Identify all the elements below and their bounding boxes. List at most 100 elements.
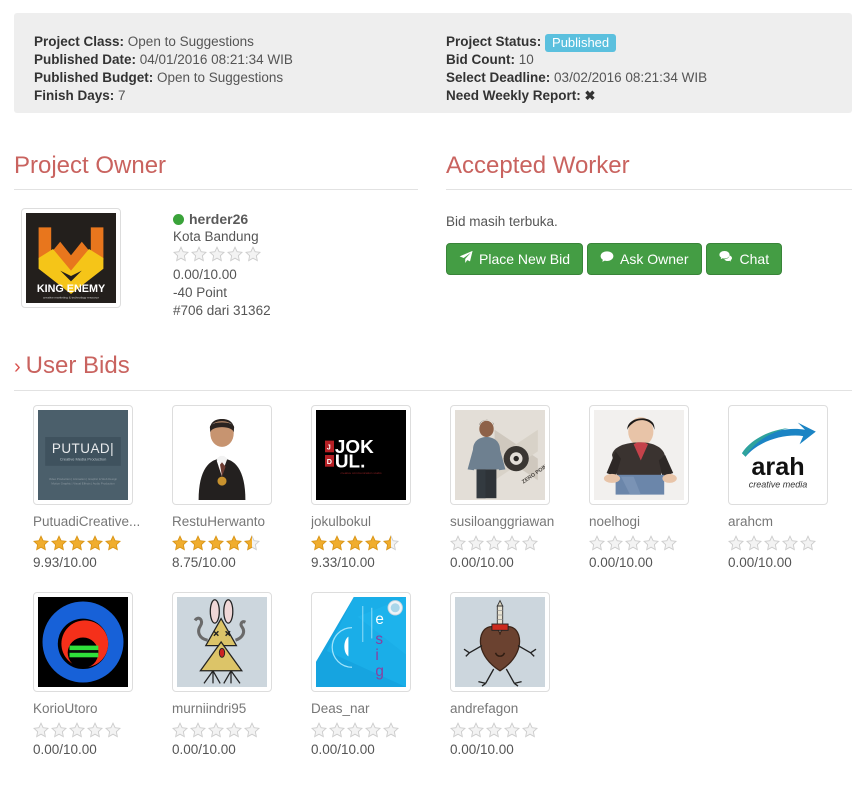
button-label: Place New Bid (479, 251, 571, 267)
star-icon (365, 535, 383, 551)
star-icon (105, 722, 123, 738)
star-icon (51, 722, 69, 738)
bidder-avatar[interactable] (33, 592, 133, 692)
star-icon (746, 535, 764, 551)
bidder-avatar-image (177, 597, 267, 687)
worker-action-buttons: Place New Bid Ask Owner Chat (446, 243, 852, 275)
bidder-rating-score: 0.00/10.00 (172, 742, 236, 757)
bidder-username[interactable]: andrefagon (450, 701, 570, 716)
star-icon (522, 722, 540, 738)
bidder-username[interactable]: susiloanggriawan (450, 514, 570, 529)
star-icon (383, 722, 401, 738)
bidder-username[interactable]: RestuHerwanto (172, 514, 292, 529)
svg-text:Creative Media Production: Creative Media Production (60, 456, 107, 461)
bidder-avatar[interactable]: esig (311, 592, 411, 692)
bidder-rating-score: 8.75/10.00 (172, 555, 236, 570)
bidder-avatar-image: J D JOK UL. creative communication studio (316, 410, 406, 500)
bidder-avatar-image: PUTUAD| Creative Media Production Video Pr… (38, 410, 128, 500)
info-label: Project Status: (446, 34, 546, 49)
star-icon (486, 535, 504, 551)
project-owner-heading: Project Owner (14, 152, 418, 190)
bidder-rating-score: 0.00/10.00 (589, 555, 653, 570)
bidder-star-rating (33, 535, 153, 551)
bidder-star-rating (450, 722, 570, 738)
project-info-panel: Project Class: Open to Suggestions Publis… (14, 13, 852, 113)
star-icon (764, 535, 782, 551)
bidder-username[interactable]: murniindri95 (172, 701, 292, 716)
bid-card[interactable]: RestuHerwanto 8.75/10.00 (153, 405, 292, 570)
svg-text:Motion Graphic | Visual Effect: Motion Graphic | Visual Effects | Audio … (51, 482, 115, 486)
bid-card[interactable]: e s i g Deas_nar 0.00/10.00 (292, 592, 431, 757)
bidder-star-rating (33, 722, 153, 738)
bidder-avatar[interactable]: J D JOK UL. creative communication studio (311, 405, 411, 505)
project-owner-rating-text: 0.00/10.00 (173, 267, 237, 282)
bidder-username[interactable]: KorioUtoro (33, 701, 153, 716)
star-icon (329, 722, 347, 738)
star-icon (33, 722, 51, 738)
star-icon (244, 535, 262, 551)
bidder-username[interactable]: jokulbokul (311, 514, 431, 529)
project-owner-username: herder26 (189, 211, 249, 227)
bid-card[interactable]: KorioUtoro 0.00/10.00 (14, 592, 153, 757)
star-icon (522, 535, 540, 551)
star-icon (468, 535, 486, 551)
star-icon (643, 535, 661, 551)
bidder-avatar[interactable]: ZERO POINT (450, 405, 550, 505)
bidder-avatar[interactable] (172, 405, 272, 505)
bid-card[interactable]: andrefagon 0.00/10.00 (431, 592, 570, 757)
project-owner-rank: #706 dari 31362 (173, 303, 271, 318)
svg-text:creative communication studio: creative communication studio (341, 471, 382, 475)
star-icon (87, 535, 105, 551)
accepted-worker-heading: Accepted Worker (446, 152, 852, 190)
project-detail-page: Project Class: Open to Suggestions Publis… (0, 0, 866, 786)
bidder-avatar[interactable]: arah creative media (728, 405, 828, 505)
chat-button[interactable]: Chat (705, 243, 783, 275)
bidder-username[interactable]: PutuadiCreative... (33, 514, 153, 529)
comments-icon (718, 250, 734, 268)
info-row-left-0: Project Class: Open to Suggestions (34, 33, 293, 51)
info-row-left-3: Finish Days: 7 (34, 87, 293, 105)
star-icon (190, 535, 208, 551)
bidder-avatar[interactable] (450, 592, 550, 692)
project-owner-points: -40 Point (173, 285, 228, 300)
star-icon (661, 535, 679, 551)
info-value: Open to Suggestions (127, 34, 254, 49)
project-owner-section: Project Owner KING ENEMY creative market… (14, 152, 418, 348)
star-icon (347, 535, 365, 551)
bid-card[interactable]: noelhogi 0.00/10.00 (570, 405, 709, 570)
ask-owner-button[interactable]: Ask Owner (587, 243, 702, 275)
star-icon (625, 535, 643, 551)
bidder-avatar[interactable] (589, 405, 689, 505)
bid-card[interactable]: PUTUAD| Creative Media Production Video Pr… (14, 405, 153, 570)
star-icon (226, 722, 244, 738)
place-new-bid-button[interactable]: Place New Bid (446, 243, 584, 275)
star-icon (468, 722, 486, 738)
info-label: Finish Days: (34, 88, 119, 103)
project-owner-body: KING ENEMY creative marketing & technolo… (14, 208, 418, 348)
bid-card[interactable]: arah creative media arahcm 0.00/10.00 (709, 405, 848, 570)
bidder-avatar-image (594, 410, 684, 500)
info-value: Open to Suggestions (157, 70, 284, 85)
info-row-left-2: Published Budget: Open to Suggestions (34, 69, 293, 87)
bidder-username[interactable]: arahcm (728, 514, 848, 529)
info-value: 03/02/2016 08:21:34 WIB (554, 70, 708, 85)
bidder-avatar[interactable]: PUTUAD| Creative Media Production Video Pr… (33, 405, 133, 505)
bidder-avatar[interactable] (172, 592, 272, 692)
bidder-star-rating (172, 535, 292, 551)
project-owner-avatar[interactable]: KING ENEMY creative marketing & technolo… (21, 208, 121, 308)
bidder-avatar-image: ZERO POINT (455, 410, 545, 500)
svg-text:Video Production | Animation |: Video Production | Animation | Graphic &… (49, 477, 118, 481)
info-label: Need Weekly Report: (446, 88, 585, 103)
svg-text:PUTUAD|: PUTUAD| (52, 441, 114, 456)
bid-card[interactable]: ZERO POINT susiloanggriawan 0.00/10.00 (431, 405, 570, 570)
bidder-avatar-image: arah creative media (733, 410, 823, 500)
bidder-username[interactable]: Deas_nar (311, 701, 431, 716)
king-enemy-logo-icon: KING ENEMY creative marketing & technolo… (26, 213, 116, 303)
bid-card[interactable]: murniindri95 0.00/10.00 (153, 592, 292, 757)
star-icon (172, 535, 190, 551)
bidder-avatar-image (177, 410, 267, 500)
star-icon (450, 535, 468, 551)
project-owner-name-row[interactable]: herder26 (173, 210, 271, 228)
bid-card[interactable]: J D JOK UL. creative communication studio jok… (292, 405, 431, 570)
bidder-username[interactable]: noelhogi (589, 514, 709, 529)
